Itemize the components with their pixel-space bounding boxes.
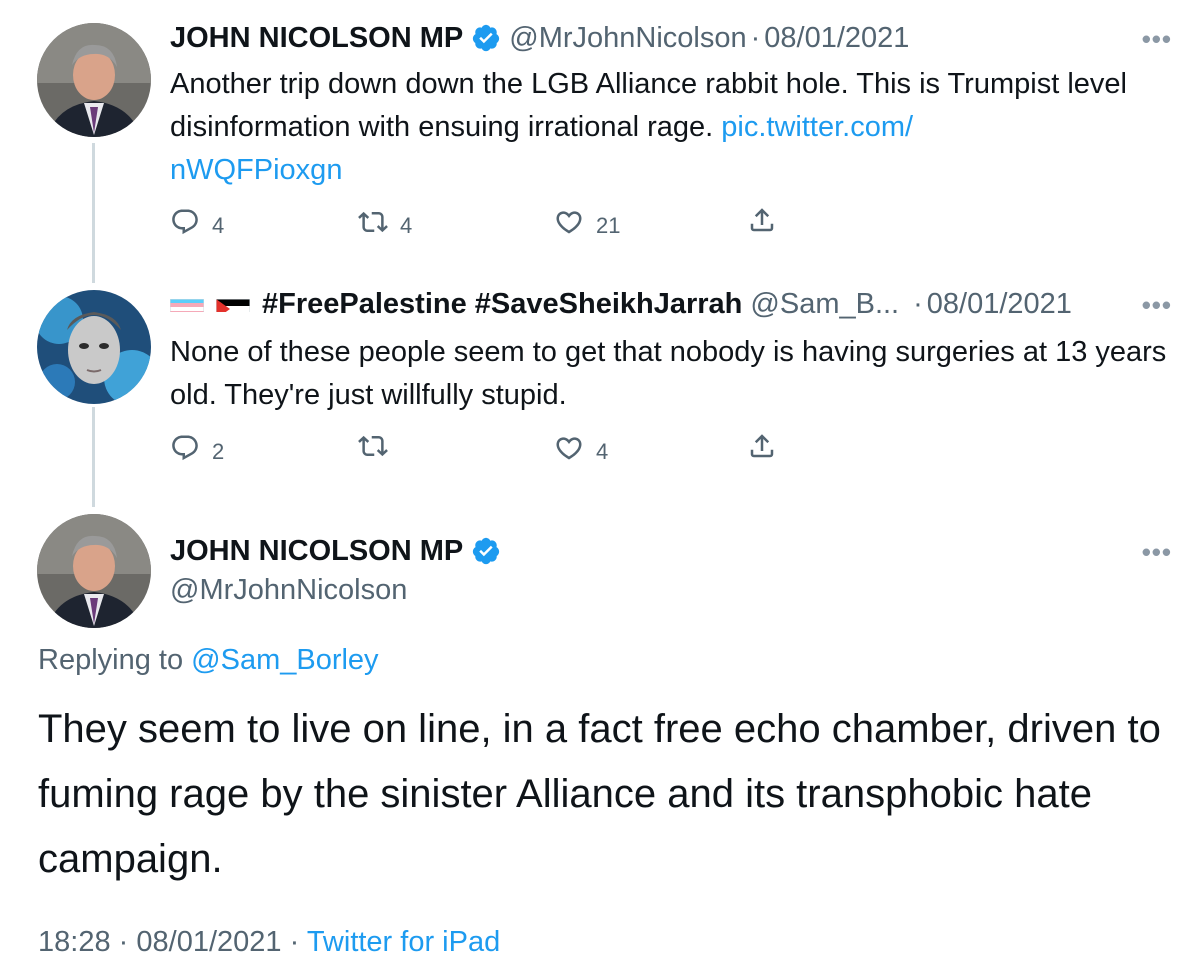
tweet-date[interactable]: 08/01/2021 bbox=[927, 286, 1072, 322]
like-button[interactable]: 4 bbox=[554, 431, 608, 465]
retweet-count: 4 bbox=[400, 213, 413, 238]
tweet-meta: 18:28 · 08/01/2021 · Twitter for iPad bbox=[38, 922, 500, 962]
like-icon bbox=[556, 437, 582, 460]
tweet-date[interactable]: 08/01/2021 bbox=[136, 926, 281, 958]
tweet-date[interactable]: 08/01/2021 bbox=[764, 20, 909, 56]
retweet-button[interactable]: 4 bbox=[358, 205, 412, 239]
like-count: 4 bbox=[596, 439, 609, 464]
verified-badge-icon bbox=[471, 23, 501, 53]
separator: · bbox=[750, 22, 761, 54]
trans-flag-icon bbox=[170, 292, 204, 312]
main-handle-row: @MrJohnNicolson bbox=[170, 572, 407, 608]
avatar[interactable] bbox=[37, 23, 151, 137]
retweet-button[interactable] bbox=[358, 431, 400, 461]
avatar[interactable] bbox=[37, 514, 151, 628]
tweet2-header: #FreePalestine #SaveSheikhJarrah @Sam_B.… bbox=[170, 286, 1072, 322]
separator: · bbox=[289, 926, 300, 958]
reply-count: 2 bbox=[212, 439, 225, 464]
tweet1-actions: 4 4 21 bbox=[170, 205, 790, 245]
reply-icon bbox=[172, 209, 198, 235]
share-button[interactable] bbox=[747, 431, 777, 461]
tweet1-header: JOHN NICOLSON MP @MrJohnNicolson · 08/01… bbox=[170, 20, 909, 56]
author-handle[interactable]: @Sam_B... bbox=[750, 286, 899, 322]
retweet-icon bbox=[358, 211, 388, 233]
author-handle[interactable]: @MrJohnNicolson bbox=[509, 20, 746, 56]
tweet-time[interactable]: 18:28 bbox=[38, 926, 111, 958]
share-icon bbox=[750, 434, 774, 458]
author-name[interactable]: JOHN NICOLSON MP bbox=[170, 533, 463, 569]
more-icon[interactable]: ••• bbox=[1142, 24, 1172, 55]
separator: · bbox=[913, 288, 923, 320]
main-tweet-text: They seem to live on line, in a fact fre… bbox=[38, 707, 1161, 881]
reply-count: 4 bbox=[212, 213, 225, 238]
reply-button[interactable]: 2 bbox=[170, 431, 224, 465]
replying-label: Replying to bbox=[38, 644, 184, 676]
palestine-flag-icon bbox=[216, 292, 250, 312]
verified-badge-icon bbox=[471, 536, 501, 566]
share-icon bbox=[750, 208, 774, 232]
reply-button[interactable]: 4 bbox=[170, 205, 224, 239]
like-button[interactable]: 21 bbox=[554, 205, 620, 239]
more-icon[interactable]: ••• bbox=[1142, 537, 1172, 568]
author-name[interactable]: #FreePalestine #SaveSheikhJarrah bbox=[262, 286, 742, 322]
thread-line-1 bbox=[92, 143, 95, 283]
author-handle[interactable]: @MrJohnNicolson bbox=[170, 572, 407, 608]
like-icon bbox=[556, 211, 582, 234]
like-count: 21 bbox=[596, 213, 621, 238]
main-header: JOHN NICOLSON MP bbox=[170, 533, 501, 569]
reply-icon bbox=[172, 435, 198, 461]
retweet-icon bbox=[358, 435, 388, 457]
tweet2-actions: 2 4 bbox=[170, 431, 790, 471]
tweet2-text: None of these people seem to get that no… bbox=[170, 336, 1167, 411]
more-icon[interactable]: ••• bbox=[1142, 290, 1172, 321]
tweet-body: Another trip down down the LGB Alliance … bbox=[170, 68, 1127, 143]
avatar[interactable] bbox=[37, 290, 151, 404]
separator: · bbox=[118, 926, 129, 958]
tweet-source[interactable]: Twitter for iPad bbox=[307, 926, 500, 958]
replying-handle[interactable]: @Sam_Borley bbox=[191, 644, 378, 676]
share-button[interactable] bbox=[747, 205, 777, 235]
replying-to: Replying to @Sam_Borley bbox=[38, 640, 379, 680]
author-name[interactable]: JOHN NICOLSON MP bbox=[170, 20, 463, 56]
tweet1-text: Another trip down down the LGB Alliance … bbox=[170, 63, 1180, 192]
thread-line-2 bbox=[92, 407, 95, 507]
